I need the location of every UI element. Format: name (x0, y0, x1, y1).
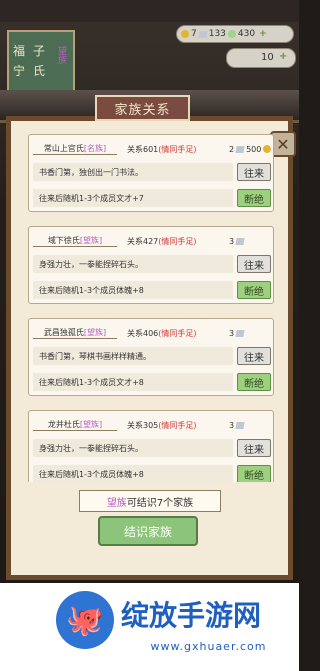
info-rank: 望族 (106, 497, 127, 509)
family-description: 书香门第，琴棋书画样样精通。 (33, 347, 233, 365)
plate-char-1: 福 (13, 44, 26, 58)
coin-icon (263, 145, 272, 153)
cost-value: 2 (229, 144, 235, 154)
relation-value: 关系601 (127, 144, 159, 154)
family-rank: [望族] (79, 420, 103, 429)
family-name-text: 龙井杜氏 (47, 420, 80, 429)
card-header: 常山上官氏[名族] 关系601(情同手足) (33, 141, 231, 157)
watermark-brand: 绽放手游网 (121, 599, 262, 632)
side-resource: 10 + (226, 48, 296, 68)
gold-amount: 7 (191, 29, 197, 39)
family-description: 身强力壮，一拳能捏碎石头。 (33, 255, 233, 273)
visit-button[interactable]: 往来 (237, 163, 271, 181)
relation-value: 关系427 (127, 236, 159, 246)
plate-char-2: 子 (33, 44, 46, 58)
family-name-text: 常山上官氏 (43, 144, 84, 153)
visit-button[interactable]: 往来 (237, 347, 271, 365)
family-description: 身强力壮，一拳能捏碎石头。 (33, 439, 233, 457)
break-button[interactable]: 断绝 (237, 189, 271, 207)
visit-button[interactable]: 往来 (237, 255, 271, 273)
family-effect: 往来后随机1-3个成员文才+7 (33, 189, 233, 207)
modal-title: 家族关系 (95, 95, 190, 121)
token-icon (227, 30, 236, 38)
family-name-text: 域下徐氏 (47, 236, 80, 245)
side-resource-value: 10 (261, 52, 274, 63)
relation-tag: (情同手足) (158, 236, 197, 246)
family-rank: [名族] (83, 144, 107, 153)
relation: 关系427(情同手足) (127, 236, 197, 247)
cost-value: 3 (229, 328, 235, 338)
family-effect: 往来后随机1-3个成员体魄+8 (33, 281, 233, 299)
family-card: 龙井杜氏[望族] 关系305(情同手足) 3 身强力壮，一拳能捏碎石头。 往来 … (28, 410, 274, 482)
currency-bar: 7 133 430 + (176, 25, 294, 43)
family-name: 常山上官氏[名族] (33, 143, 117, 155)
card-header: 龙井杜氏[望族] 关系305(情同手足) (33, 417, 231, 433)
family-name-text: 武昌独孤氏 (43, 328, 84, 337)
break-button[interactable]: 断绝 (237, 373, 271, 391)
reward-value: 500 (246, 144, 262, 154)
token-amount: 430 (237, 29, 256, 39)
family-list[interactable]: 常山上官氏[名族] 关系601(情同手足) 2 500 书香门第，独创出一门书法… (28, 134, 274, 482)
gold-coin-icon (181, 30, 189, 38)
top-status-bar (0, 0, 299, 22)
family-card: 域下徐氏[望族] 关系427(情同手足) 3 身强力壮，一拳能捏碎石头。 往来 … (28, 226, 274, 304)
family-card: 武昌独孤氏[望族] 关系406(情同手足) 3 书香门第，琴棋书画样样精通。 往… (28, 318, 274, 396)
side-resource-plus[interactable]: + (279, 51, 287, 62)
card-header: 武昌独孤氏[望族] 关系406(情同手足) (33, 325, 231, 341)
watermark-url: www.gxhuaer.com (150, 639, 267, 653)
make-family-button[interactable]: 结识家族 (98, 516, 198, 546)
silver-ingot-icon (235, 145, 245, 153)
relation-tag: (情同手足) (158, 420, 197, 430)
cost-value: 3 (229, 420, 235, 430)
card-cost: 3 (229, 417, 245, 433)
relation-value: 关系406 (127, 328, 159, 338)
family-rank: [望族] (79, 236, 103, 245)
card-cost: 2 500 (229, 141, 272, 157)
family-description: 书香门第，独创出一门书法。 (33, 163, 233, 181)
relation-tag: (情同手足) (158, 144, 197, 154)
silver-ingot-icon (235, 237, 245, 245)
plate-char-3: 宁 (13, 64, 26, 78)
octopus-icon: 🐙 (56, 591, 114, 649)
add-currency-button[interactable]: + (259, 29, 267, 39)
family-name: 武昌独孤氏[望族] (33, 327, 117, 339)
family-effect: 往来后随机1-3个成员文才+8 (33, 373, 233, 391)
family-rank: [望族] (83, 328, 107, 337)
silver-ingot-icon (198, 30, 208, 38)
family-name: 域下徐氏[望族] (33, 235, 117, 247)
visit-button[interactable]: 往来 (237, 439, 271, 457)
break-button[interactable]: 断绝 (237, 465, 271, 482)
silver-amount: 133 (208, 29, 226, 39)
silver-ingot-icon (235, 421, 245, 429)
break-button[interactable]: 断绝 (237, 281, 271, 299)
family-effect: 往来后随机1-3个成员体魄+8 (33, 465, 233, 482)
family-name: 龙井杜氏[望族] (33, 419, 117, 431)
card-header: 域下徐氏[望族] 关系427(情同手足) (33, 233, 231, 249)
relation-tag: (情同手足) (158, 328, 197, 338)
plate-char-4: 氏 (33, 64, 46, 78)
family-limit-info: 望族 可结识7个家族 (79, 490, 221, 512)
silver-ingot-icon (235, 329, 245, 337)
card-cost: 3 (229, 325, 245, 341)
relation-value: 关系305 (127, 420, 159, 430)
card-cost: 3 (229, 233, 245, 249)
plate-side-tag: 望族 (56, 46, 66, 64)
relation: 关系305(情同手足) (127, 420, 197, 431)
relation: 关系406(情同手足) (127, 328, 197, 339)
info-text: 可结识7个家族 (126, 497, 194, 509)
relation: 关系601(情同手足) (127, 144, 197, 155)
family-card: 常山上官氏[名族] 关系601(情同手足) 2 500 书香门第，独创出一门书法… (28, 134, 274, 212)
cost-value: 3 (229, 236, 235, 246)
